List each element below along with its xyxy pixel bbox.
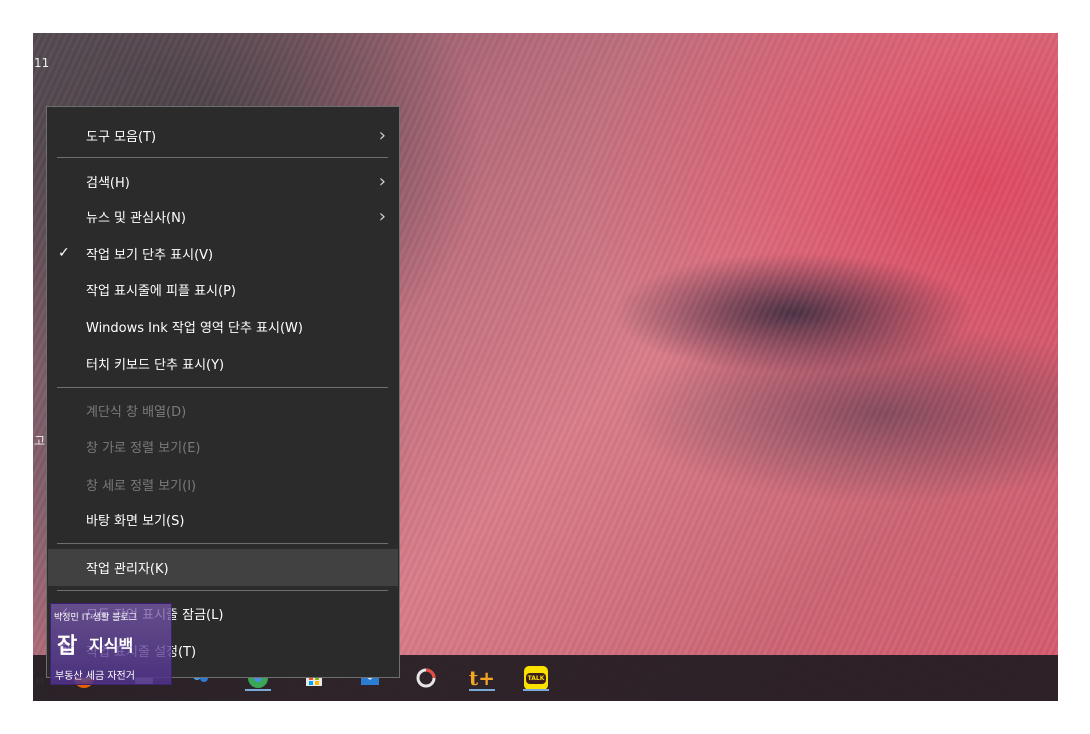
tistory-icon[interactable]: t+ — [469, 665, 495, 691]
desktop-edge-label: 고 — [34, 434, 46, 448]
running-indicator — [245, 689, 271, 691]
menu-item-windows-ink[interactable]: Windows Ink 작업 영역 단추 표시(W) — [48, 309, 398, 343]
menu-item-label: 도구 모음(T) — [86, 129, 157, 145]
kakaotalk-label: TALK — [525, 672, 547, 684]
running-indicator — [469, 689, 495, 691]
taskbar-context-menu: 도구 모음(T) › 검색(H) › 뉴스 및 관심사(N) › ✓ 작업 보기… — [46, 106, 400, 678]
menu-separator — [57, 590, 388, 591]
menu-item-label: 뉴스 및 관심사(N) — [86, 210, 186, 226]
menu-item-news-interests[interactable]: 뉴스 및 관심사(N) › — [48, 199, 398, 233]
menu-item-label: Windows Ink 작업 영역 단추 표시(W) — [86, 320, 303, 336]
running-indicator — [523, 689, 549, 691]
menu-item-label: 창 세로 정렬 보기(I) — [86, 478, 197, 494]
menu-item-stacked: 창 가로 정렬 보기(E) — [48, 429, 398, 463]
promo-subtitle: 박정민 IT·생활 블로그 — [54, 613, 137, 623]
promo-footer: 부동산 세금 자전거 — [55, 671, 135, 682]
menu-item-show-desktop[interactable]: 바탕 화면 보기(S) — [48, 502, 398, 536]
menu-item-task-manager[interactable]: 작업 관리자(K) — [48, 549, 398, 586]
menu-separator — [57, 387, 388, 388]
menu-item-label: 작업 관리자(K) — [86, 562, 169, 577]
menu-item-label: 창 가로 정렬 보기(E) — [86, 440, 201, 456]
promo-title: 지식백 — [89, 636, 134, 655]
menu-item-side-by-side: 창 세로 정렬 보기(I) — [48, 467, 398, 501]
desktop-edge-label: 11 — [34, 56, 50, 70]
promo-big-text: 잡 — [57, 634, 78, 659]
menu-item-label: 작업 표시줄에 피플 표시(P) — [86, 283, 236, 299]
menu-separator — [57, 543, 388, 544]
chevron-right-icon: › — [378, 170, 386, 192]
kakaotalk-badge: TALK — [524, 666, 548, 690]
menu-item-toolbars[interactable]: 도구 모음(T) › — [48, 118, 398, 152]
menu-item-label: 작업 보기 단추 표시(V) — [86, 247, 214, 263]
blog-promo-badge: 박정민 IT·생활 블로그 잡 지식백 부동산 세금 자전거 — [50, 603, 172, 685]
menu-item-touch-keyboard[interactable]: 터치 키보드 단추 표시(Y) — [48, 346, 398, 380]
menu-separator — [57, 157, 388, 158]
menu-item-show-task-view[interactable]: ✓ 작업 보기 단추 표시(V) — [48, 236, 398, 270]
menu-item-label: 계단식 창 배열(D) — [86, 404, 187, 420]
chevron-right-icon: › — [378, 205, 386, 227]
menu-item-label: 터치 키보드 단추 표시(Y) — [86, 357, 225, 373]
menu-item-cascade: 계단식 창 배열(D) — [48, 393, 398, 427]
menu-item-label: 검색(H) — [86, 175, 130, 191]
menu-item-search[interactable]: 검색(H) › — [48, 164, 398, 198]
chevron-right-icon: › — [378, 124, 386, 146]
kakaotalk-icon[interactable]: TALK — [523, 665, 549, 691]
menu-item-label: 바탕 화면 보기(S) — [86, 513, 185, 529]
loader-icon[interactable] — [413, 665, 439, 691]
menu-item-show-people[interactable]: 작업 표시줄에 피플 표시(P) — [48, 272, 398, 306]
checkmark-icon: ✓ — [58, 245, 70, 261]
tistory-label: t+ — [469, 666, 495, 690]
